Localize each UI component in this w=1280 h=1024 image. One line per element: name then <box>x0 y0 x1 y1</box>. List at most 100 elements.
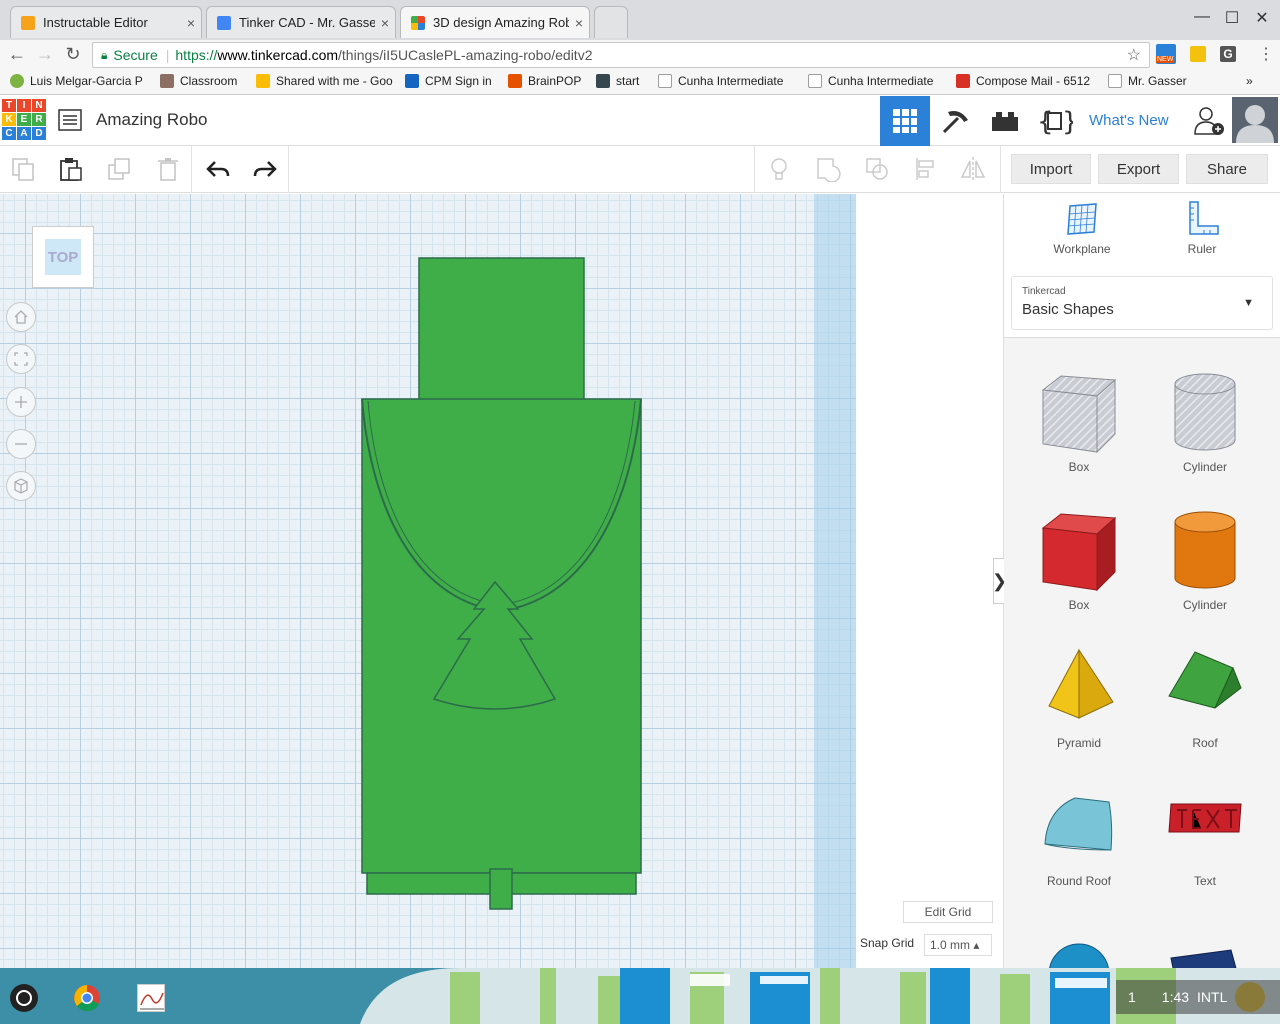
robot-model[interactable] <box>350 249 660 919</box>
shape-box-hole[interactable]: Box <box>1019 350 1139 480</box>
bookmark-icon <box>10 74 24 88</box>
undo-icon[interactable] <box>205 156 231 182</box>
bookmark-item[interactable]: start <box>596 74 639 88</box>
align-icon[interactable] <box>913 156 939 182</box>
browser-tab-3d-design[interactable]: 3D design Amazing Rob × <box>400 6 590 38</box>
address-bar[interactable]: 🔒︎ Secure | https://www.tinkercad.com/th… <box>92 42 1150 68</box>
tab-close-icon[interactable]: × <box>569 15 589 31</box>
user-avatar[interactable] <box>1232 97 1278 143</box>
snap-grid-select[interactable]: 1.0 mm ▴ <box>924 934 992 956</box>
bookmarks-overflow-button[interactable]: » <box>1246 74 1253 88</box>
robot-head[interactable] <box>418 257 585 403</box>
shape-roof[interactable]: Roof <box>1145 626 1265 756</box>
ungroup-icon[interactable] <box>864 156 890 182</box>
shape-text[interactable]: Text <box>1145 764 1265 894</box>
trash-icon[interactable] <box>155 156 181 182</box>
lego-bricks-view-button[interactable] <box>980 96 1030 146</box>
browser-tab-instructable[interactable]: Instructable Editor × <box>10 6 202 38</box>
bookmark-item[interactable]: Compose Mail - 6512 <box>956 74 1096 88</box>
close-window-button[interactable]: ✕ <box>1252 8 1272 28</box>
plus-icon <box>15 396 27 408</box>
bookmark-item[interactable]: Shared with me - Goo <box>256 74 394 88</box>
paste-icon[interactable] <box>57 156 83 182</box>
new-tab-button[interactable] <box>594 6 628 38</box>
design-list-icon[interactable] <box>58 109 82 131</box>
shape-pyramid[interactable]: Pyramid <box>1019 626 1139 756</box>
edit-grid-button[interactable]: Edit Grid <box>903 901 993 923</box>
minimize-button[interactable]: — <box>1192 8 1212 26</box>
shape-scribble[interactable] <box>1145 902 1265 968</box>
design-title[interactable]: Amazing Robo <box>96 110 208 130</box>
view-cube[interactable]: TOP <box>32 226 94 288</box>
add-user-button[interactable] <box>1184 96 1234 146</box>
tinkercad-logo[interactable]: T I N K E R C A D <box>2 99 46 143</box>
whats-new-link[interactable]: What's New <box>1089 112 1169 129</box>
input-method: INTL <box>1197 989 1228 1005</box>
workplane-canvas[interactable]: TOP <box>0 194 856 968</box>
url-scheme: https:// <box>175 47 218 63</box>
toolbar-divider <box>288 146 289 193</box>
shape-library-select[interactable]: Tinkercad Basic Shapes ▼ <box>1011 276 1273 330</box>
3d-design-view-button[interactable] <box>880 96 930 146</box>
bookmark-star-icon[interactable]: ☆ <box>1127 45 1141 65</box>
mirror-icon[interactable] <box>960 156 986 182</box>
redo-icon[interactable] <box>252 156 278 182</box>
notification-count[interactable]: 1 <box>1128 989 1136 1005</box>
logo-letter: C <box>2 127 16 140</box>
bookmark-item[interactable]: CPM Sign in <box>405 74 492 88</box>
system-shelf: 1 1:43 INTL <box>0 968 1280 1024</box>
reload-icon[interactable]: ↻ <box>62 44 84 65</box>
lightbulb-icon[interactable] <box>766 156 792 182</box>
chrome-menu-icon[interactable]: ⋮ <box>1258 44 1274 64</box>
bookmark-item[interactable]: Cunha Intermediate <box>808 74 944 88</box>
forward-arrow-icon[interactable]: → <box>34 44 56 65</box>
bookmark-item[interactable]: Luis Melgar-Garcia P <box>10 74 150 88</box>
shape-round-roof[interactable]: Round Roof <box>1019 764 1139 894</box>
fit-view-button[interactable] <box>6 344 36 374</box>
browser-tab-tinkercad-gasser[interactable]: Tinker CAD - Mr. Gasser × <box>206 6 396 38</box>
minecraft-view-button[interactable] <box>930 96 980 146</box>
robot-stand[interactable] <box>489 868 513 910</box>
bookmark-item[interactable]: Classroom <box>160 74 237 88</box>
grammarly-extension-icon[interactable]: G <box>1220 46 1236 62</box>
codeblocks-view-button[interactable]: {} <box>1030 96 1080 146</box>
bookmark-item[interactable]: BrainPOP <box>508 74 581 88</box>
tab-label: 3D design Amazing Rob <box>433 15 569 30</box>
extension-new-icon[interactable]: NEW <box>1156 44 1176 64</box>
bookmark-item[interactable]: Cunha Intermediate <box>658 74 794 88</box>
perspective-button[interactable] <box>6 471 36 501</box>
shape-label: Box <box>1068 598 1090 612</box>
library-brand: Tinkercad <box>1022 286 1066 297</box>
shape-cylinder[interactable]: Cylinder <box>1145 488 1265 618</box>
shape-box[interactable]: Box <box>1019 488 1139 618</box>
view-cube-top-face[interactable]: TOP <box>45 239 81 275</box>
box-icon <box>1041 513 1117 592</box>
snap-grid-label: Snap Grid <box>860 936 915 950</box>
back-arrow-icon[interactable]: ← <box>6 44 28 65</box>
tab-close-icon[interactable]: × <box>375 15 395 31</box>
toolbar-divider <box>754 146 755 193</box>
zoom-in-button[interactable] <box>6 387 36 417</box>
cylinder-icon <box>1174 511 1236 589</box>
status-tray[interactable]: 1 1:43 INTL <box>1116 980 1280 1014</box>
bookmark-icon <box>160 74 174 88</box>
shape-sphere[interactable] <box>1019 902 1139 968</box>
zoom-out-button[interactable] <box>6 429 36 459</box>
copy-icon[interactable] <box>10 156 36 182</box>
duplicate-icon[interactable] <box>106 156 132 182</box>
share-button[interactable]: Share <box>1186 154 1268 184</box>
import-button[interactable]: Import <box>1011 154 1091 184</box>
tab-close-icon[interactable]: × <box>181 15 201 31</box>
export-button[interactable]: Export <box>1098 154 1179 184</box>
home-view-button[interactable] <box>6 302 36 332</box>
chrome-shelf-icon[interactable] <box>73 984 101 1012</box>
maximize-button[interactable]: ☐ <box>1222 8 1242 28</box>
launcher-button[interactable] <box>10 984 38 1012</box>
group-icon[interactable] <box>815 156 841 183</box>
shape-cylinder-hole[interactable]: Cylinder <box>1145 350 1265 480</box>
workplane-tool-button[interactable]: Workplane <box>1032 200 1132 256</box>
keep-extension-icon[interactable] <box>1190 46 1206 62</box>
desmos-shelf-icon[interactable] <box>137 984 165 1012</box>
bookmark-item[interactable]: Mr. Gasser <box>1108 74 1187 88</box>
ruler-tool-button[interactable]: Ruler <box>1152 200 1252 256</box>
